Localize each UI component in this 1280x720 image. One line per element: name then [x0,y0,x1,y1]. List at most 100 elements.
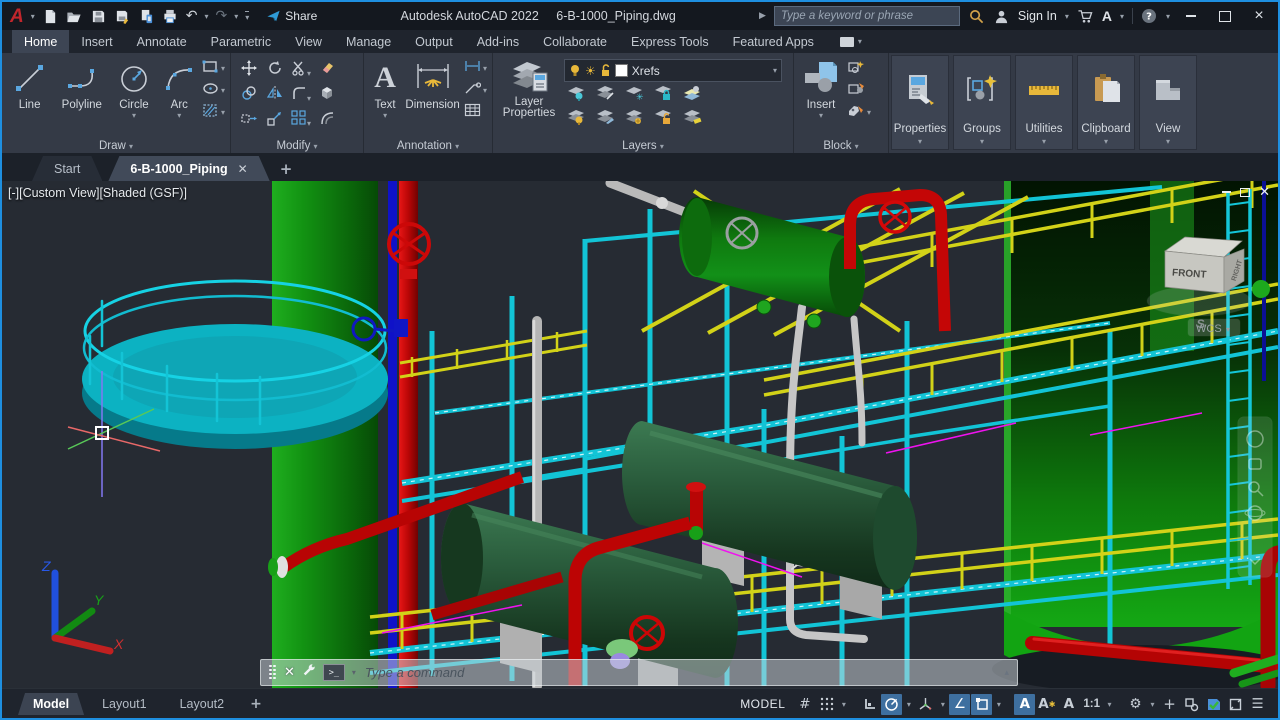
wcs-dropdown[interactable]: WCS ▾ [1188,319,1240,336]
erase-tool[interactable] [319,60,335,81]
layer-unlock-tool[interactable] [653,109,673,130]
fillet-tool[interactable]: ▾ [291,85,311,106]
tab-express-tools[interactable]: Express Tools [619,30,721,53]
polar-caret-icon[interactable]: ▾ [903,694,914,715]
annotation-visibility-toggle[interactable]: A [1014,694,1035,715]
autodesk-app-caret-icon[interactable]: ▾ [1120,12,1124,21]
grid-display-toggle[interactable]: # [794,694,815,715]
table-tool[interactable] [464,103,481,122]
layer-prev-tool[interactable] [624,109,644,130]
viewport-close-icon[interactable]: ✕ [1259,185,1270,199]
new-layout-button[interactable]: + [250,696,262,712]
redo-caret-icon[interactable]: ▾ [234,12,238,21]
mirror-tool[interactable] [267,85,283,106]
layer-lock-tool[interactable] [653,85,673,106]
dimension-tool[interactable]: Dimension [405,56,460,137]
save-to-mobile-button[interactable] [138,8,155,25]
block-panel-label[interactable]: Block ▾ [794,140,888,152]
sign-in-caret-icon[interactable]: ▾ [1065,12,1069,21]
circle-tool[interactable]: Circle ▾ [111,56,156,137]
layer-walk-tool[interactable] [682,109,702,130]
annotation-autoscale-toggle[interactable]: A✱ [1036,694,1057,715]
open-file-button[interactable] [66,8,83,25]
dim-linear-caret-icon[interactable]: ▾ [483,64,487,73]
app-store-cart-icon[interactable] [1077,8,1094,25]
file-tab-start[interactable]: Start [32,156,102,181]
viewport-minimize-icon[interactable] [1222,185,1231,199]
viewport-controls-label[interactable]: [-][Custom View][Shaded (GSF)] [8,186,187,200]
edit-block-tool[interactable] [847,81,865,101]
tab-view[interactable]: View [283,30,334,53]
viewport-restore-icon[interactable] [1240,185,1250,199]
undo-button[interactable]: ↶ [186,8,198,24]
circle-caret-icon[interactable]: ▾ [132,111,136,120]
layout-tab-layout2[interactable]: Layout2 [165,693,239,715]
navigation-bar[interactable] [1238,417,1272,577]
graphics-performance-button[interactable] [1203,694,1224,715]
groups-expand-caret-icon[interactable]: ▾ [980,135,984,149]
scale-caret-icon[interactable]: ▾ [1104,694,1115,715]
search-expand-icon[interactable]: ▶ [759,11,766,21]
clipboard-expand-caret-icon[interactable]: ▾ [1104,135,1108,149]
object-snap-toggle[interactable] [971,694,992,715]
new-file-button[interactable] [42,8,59,25]
tab-home[interactable]: Home [12,30,69,53]
undo-caret-icon[interactable]: ▾ [204,12,208,21]
annotation-scale-value[interactable]: 1:1 [1080,698,1103,710]
annotation-panel-label[interactable]: Annotation ▾ [364,140,492,152]
workspace-gear-icon[interactable]: ⚙ [1125,694,1146,715]
insert-caret-icon[interactable]: ▾ [819,111,823,120]
user-icon[interactable] [993,8,1010,25]
tab-output[interactable]: Output [403,30,465,53]
polar-tracking-toggle[interactable] [881,694,902,715]
layer-match-tool[interactable] [682,85,702,106]
osnap-caret-icon[interactable]: ▾ [993,694,1004,715]
save-as-button[interactable] [114,8,131,25]
command-recent-caret-icon[interactable]: ▾ [352,668,356,677]
panel-clipboard[interactable]: Clipboard ▾ [1077,55,1135,150]
command-bar-close-icon[interactable]: ✕ [284,665,295,680]
minimize-button[interactable] [1178,6,1204,26]
stretch-tool[interactable] [241,110,257,131]
ellipse-tool[interactable] [202,81,219,101]
array-tool[interactable]: ▾ [291,110,311,131]
arc-caret-icon[interactable]: ▾ [177,111,181,120]
isodraft-caret-icon[interactable]: ▾ [937,694,948,715]
close-button[interactable]: × [1246,6,1272,26]
line-tool[interactable]: Line [7,56,52,137]
layer-freeze-tool[interactable]: ✳ [624,85,644,106]
move-tool[interactable] [241,60,257,81]
insert-block-tool[interactable]: Insert ▾ [799,56,843,137]
help-caret-icon[interactable]: ▾ [1166,12,1170,21]
create-block-tool[interactable] [847,59,865,79]
text-caret-icon[interactable]: ▾ [383,111,387,120]
layer-isolate-tool[interactable] [566,85,586,106]
copy-tool[interactable] [241,85,257,106]
layout-tab-layout1[interactable]: Layout1 [87,693,161,715]
command-prompt-icon[interactable]: >_ [323,664,345,681]
ellipse-caret-icon[interactable]: ▾ [221,86,225,95]
drawing-viewport[interactable]: S FRONT RIGHT WCS ▾ Z Y X [2,181,1278,688]
file-tab-close-icon[interactable]: ✕ [238,162,248,176]
tab-annotate[interactable]: Annotate [125,30,199,53]
sign-in-button[interactable]: Sign In [1018,9,1057,23]
view-expand-caret-icon[interactable]: ▾ [1166,135,1170,149]
help-icon[interactable]: ? [1141,8,1158,25]
ortho-mode-toggle[interactable] [859,694,880,715]
layer-properties-button[interactable]: Layer Properties [498,56,560,137]
hatch-caret-icon[interactable]: ▾ [221,108,225,117]
panel-groups[interactable]: Groups ▾ [953,55,1011,150]
clean-screen-button[interactable] [1225,694,1246,715]
tab-parametric[interactable]: Parametric [199,30,283,53]
modify-panel-label[interactable]: Modify ▾ [231,140,363,152]
scale-tool[interactable] [267,110,283,131]
layers-panel-label[interactable]: Layers ▾ [493,140,793,152]
leader-tool[interactable] [464,81,481,100]
isolate-objects-button[interactable] [1181,694,1202,715]
layer-dropdown-caret-icon[interactable]: ▾ [773,66,777,75]
annotation-scale-icon[interactable]: A [1058,694,1079,715]
model-space-toggle[interactable]: MODEL [732,697,793,711]
redo-button[interactable]: ↷ [216,8,228,24]
rotate-tool[interactable] [267,60,283,81]
define-attributes-tool[interactable] [847,103,865,123]
